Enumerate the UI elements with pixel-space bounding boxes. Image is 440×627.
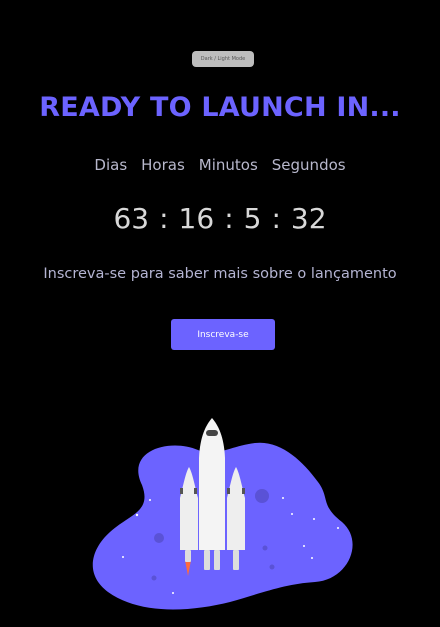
countdown-seconds: 32 <box>290 202 327 235</box>
subscribe-button[interactable]: Inscreva-se <box>171 319 275 350</box>
rocket-launch-icon <box>92 418 353 610</box>
main-rocket <box>199 418 225 550</box>
star <box>337 527 339 529</box>
rocket-window <box>206 430 218 436</box>
page-title: READY TO LAUNCH IN... <box>39 92 401 123</box>
planet-dot <box>269 564 275 570</box>
star <box>149 499 151 501</box>
unit-minutes-label: Minutos <box>198 156 258 174</box>
star <box>135 513 139 517</box>
star <box>172 592 174 594</box>
planet-dot <box>255 489 269 503</box>
planet-dot <box>262 545 268 551</box>
launch-page: Dark / Light Mode READY TO LAUNCH IN... … <box>0 0 440 627</box>
countdown-timer: 63 : 16 : 5 : 32 <box>0 202 440 235</box>
star <box>311 557 313 559</box>
countdown-days: 63 <box>113 202 150 235</box>
star <box>122 556 124 558</box>
subscribe-prompt: Inscreva-se para saber mais sobre o lanç… <box>43 266 397 282</box>
countdown-hours: 16 <box>178 202 215 235</box>
unit-hours-label: Horas <box>141 156 185 174</box>
star <box>291 513 293 515</box>
planet-dot <box>154 533 164 543</box>
countdown-separator: : <box>159 202 169 235</box>
countdown-separator: : <box>224 202 234 235</box>
unit-seconds-label: Segundos <box>271 156 346 174</box>
countdown-separator: : <box>271 202 281 235</box>
dark-light-mode-toggle[interactable]: Dark / Light Mode <box>192 51 254 67</box>
countdown-minutes: 5 <box>243 202 262 235</box>
star <box>303 545 305 547</box>
star <box>282 497 284 499</box>
countdown-units: Dias Horas Minutos Segundos <box>0 156 440 174</box>
unit-days-label: Dias <box>94 156 128 174</box>
planet-dot <box>151 575 157 581</box>
star <box>313 518 315 520</box>
